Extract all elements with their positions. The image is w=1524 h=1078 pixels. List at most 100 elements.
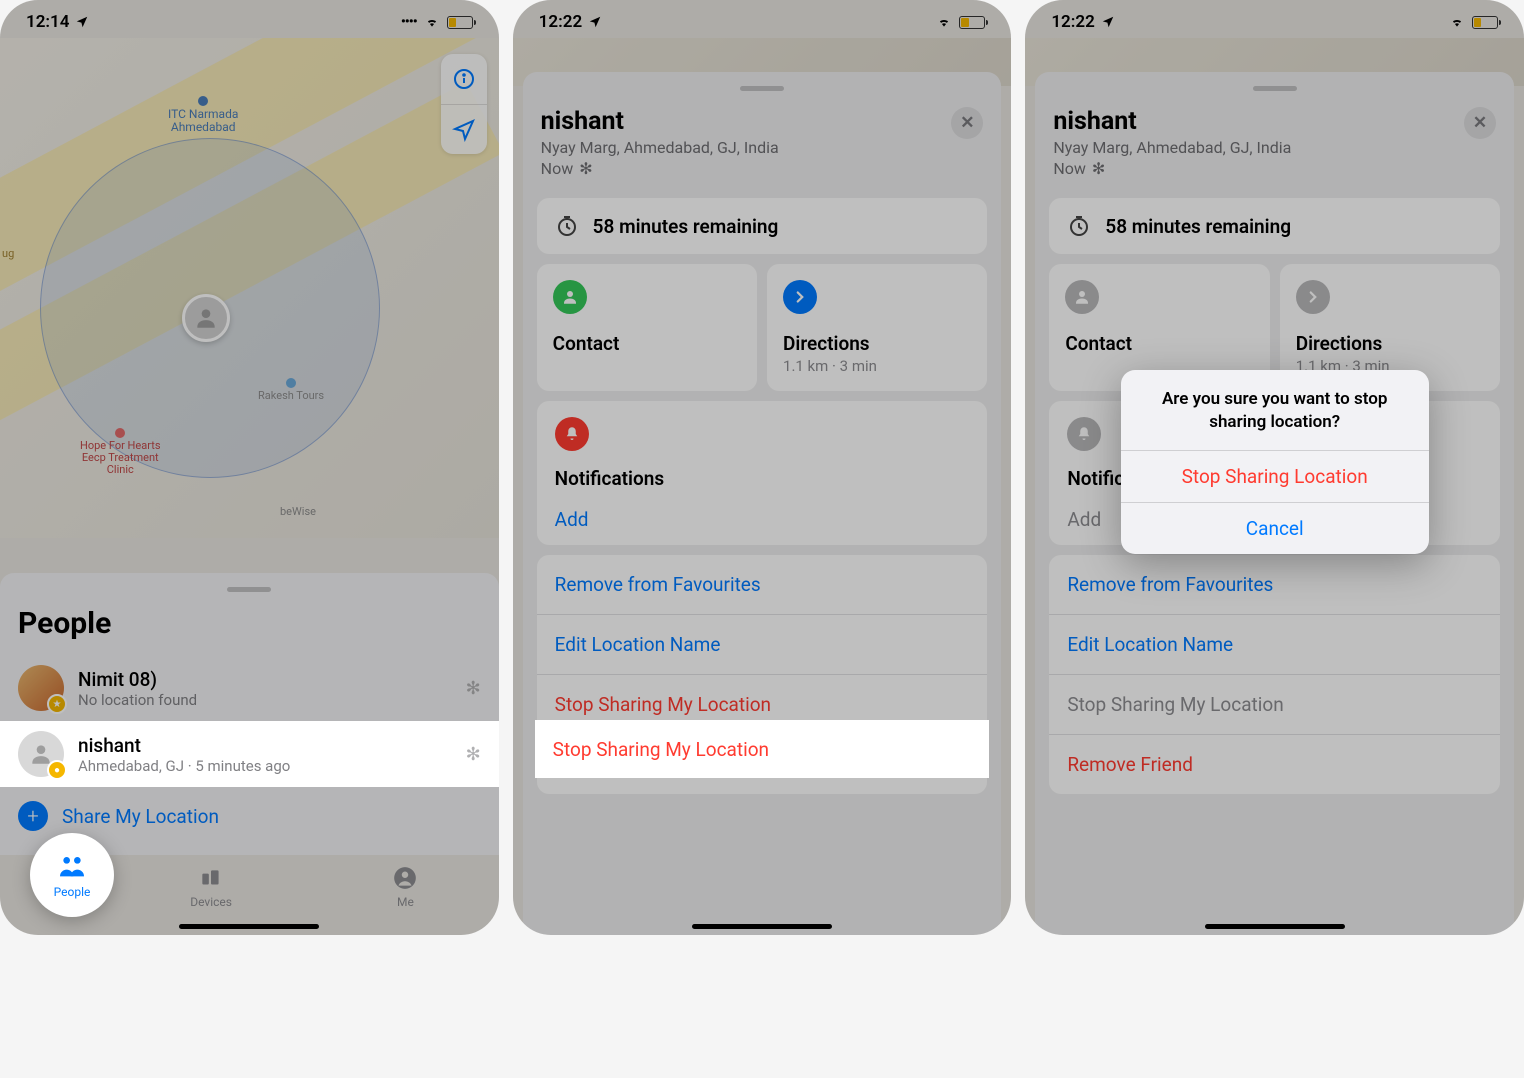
map-controls — [441, 54, 487, 154]
directions-card[interactable]: Directions 1.1 km · 3 min — [767, 264, 987, 391]
avatar-badge-icon: ● — [47, 760, 67, 780]
person-timestamp: Now✻ — [1053, 159, 1291, 178]
map-view[interactable]: ITC NarmadaAhmedabad Rakesh Tours Hope F… — [0, 38, 499, 538]
contact-icon — [553, 280, 587, 314]
wifi-icon — [423, 15, 441, 29]
notifications-label: Notifications — [555, 467, 970, 490]
map-poi-label: Hope For HeartsEecp TreatmentClinic — [80, 428, 161, 476]
map-poi-label: ug — [2, 248, 14, 260]
actions-list: Remove from Favourites Edit Location Nam… — [537, 555, 988, 794]
loading-spinner-icon: ✻ — [579, 159, 592, 178]
devices-icon — [198, 865, 224, 891]
wifi-icon — [935, 15, 953, 29]
loading-spinner-icon: ✻ — [1092, 159, 1105, 178]
info-button[interactable] — [441, 54, 487, 104]
loading-spinner-icon: ✻ — [466, 678, 481, 699]
home-indicator[interactable] — [692, 924, 832, 929]
timer-icon — [555, 214, 579, 238]
people-sheet[interactable]: People ★ Nimit 08) No location found ✻ ●… — [0, 573, 499, 855]
map-poi-label: Rakesh Tours — [258, 378, 324, 402]
notifications-card: Notifications Add — [537, 401, 988, 545]
time-remaining-card: 58 minutes remaining — [1049, 198, 1500, 254]
person-name: nishant — [78, 734, 452, 757]
avatar: ● — [18, 731, 64, 777]
battery-icon — [959, 16, 985, 29]
stop-sharing-button[interactable]: Stop Sharing My Location — [1049, 675, 1500, 735]
contact-card[interactable]: Contact — [537, 264, 757, 391]
stop-sharing-button[interactable]: Stop Sharing My Location — [537, 675, 988, 735]
map-poi-label: beWise — [280, 506, 316, 518]
remove-friend-button[interactable]: Remove Friend — [537, 735, 988, 794]
avatar-badge-icon: ★ — [47, 694, 67, 714]
time-remaining-text: 58 minutes remaining — [593, 215, 779, 238]
contact-icon — [1065, 280, 1099, 314]
directions-icon — [783, 280, 817, 314]
sheet-title: People — [0, 602, 499, 655]
location-services-icon — [588, 15, 602, 29]
user-location-avatar[interactable] — [182, 294, 230, 342]
remove-from-favourites-button[interactable]: Remove from Favourites — [1049, 555, 1500, 615]
add-notification-button[interactable]: Add — [555, 508, 970, 531]
phone-2-person-detail: 12:22 nishant Nyay Marg, Ahmedabad, GJ, … — [513, 0, 1012, 935]
remove-friend-button[interactable]: Remove Friend — [1049, 735, 1500, 794]
location-services-icon — [1101, 15, 1115, 29]
status-bar: 12:22 — [513, 0, 1012, 38]
tab-people-active[interactable]: People — [30, 833, 114, 917]
edit-location-name-button[interactable]: Edit Location Name — [537, 615, 988, 675]
status-bar: 12:14 •••• — [0, 0, 499, 38]
directions-distance: 1.1 km · 3 min — [783, 357, 971, 375]
person-status: No location found — [78, 691, 452, 709]
person-name: nishant — [1053, 107, 1291, 136]
person-timestamp: Now✻ — [541, 159, 779, 178]
tab-devices[interactable]: Devices — [190, 865, 232, 909]
people-icon — [56, 851, 88, 883]
sheet-grabber[interactable] — [740, 86, 784, 91]
confirm-action-sheet: Are you sure you want to stop sharing lo… — [1121, 370, 1429, 554]
cancel-button[interactable]: Cancel — [1121, 502, 1429, 554]
close-button[interactable]: ✕ — [951, 107, 983, 139]
person-status: Ahmedabad, GJ · 5 minutes ago — [78, 757, 452, 775]
phone-3-confirm-dialog: 12:22 nishant Nyay Marg, Ahmedabad, GJ, … — [1025, 0, 1524, 935]
person-name: Nimit 08) — [78, 668, 452, 691]
locate-me-button[interactable] — [441, 104, 487, 154]
close-button[interactable]: ✕ — [1464, 107, 1496, 139]
actions-list: Remove from Favourites Edit Location Nam… — [1049, 555, 1500, 794]
tab-label: Me — [397, 895, 414, 909]
status-time: 12:22 — [539, 12, 582, 32]
remove-from-favourites-button[interactable]: Remove from Favourites — [537, 555, 988, 615]
person-row-selected[interactable]: ● nishant Ahmedabad, GJ · 5 minutes ago … — [0, 721, 499, 787]
action-sheet-title: Are you sure you want to stop sharing lo… — [1121, 370, 1429, 450]
person-row[interactable]: ★ Nimit 08) No location found ✻ — [0, 655, 499, 721]
me-icon — [392, 865, 418, 891]
status-time: 12:14 — [26, 12, 69, 32]
loading-spinner-icon: ✻ — [466, 744, 481, 765]
tab-me[interactable]: Me — [392, 865, 418, 909]
phone-1-find-my-people: 12:14 •••• ITC NarmadaAhmedabad Rakesh T… — [0, 0, 499, 935]
person-address: Nyay Marg, Ahmedabad, GJ, India — [1053, 138, 1291, 157]
tab-label: Devices — [190, 895, 232, 909]
status-time: 12:22 — [1051, 12, 1094, 32]
sheet-grabber[interactable] — [1253, 86, 1297, 91]
plus-icon: + — [18, 801, 48, 831]
share-label: Share My Location — [62, 805, 219, 828]
stop-sharing-location-button[interactable]: Stop Sharing Location — [1121, 450, 1429, 502]
cellular-icon: •••• — [401, 14, 417, 30]
home-indicator[interactable] — [1205, 924, 1345, 929]
timer-icon — [1067, 214, 1091, 238]
bell-icon — [555, 417, 589, 451]
map-poi-label: ITC NarmadaAhmedabad — [168, 96, 238, 134]
avatar: ★ — [18, 665, 64, 711]
directions-label: Directions — [1296, 332, 1484, 355]
home-indicator[interactable] — [179, 924, 319, 929]
status-bar: 12:22 — [1025, 0, 1524, 38]
wifi-icon — [1448, 15, 1466, 29]
person-detail-sheet[interactable]: nishant Nyay Marg, Ahmedabad, GJ, India … — [523, 72, 1002, 935]
tab-label: People — [54, 885, 91, 899]
bell-icon — [1067, 417, 1101, 451]
time-remaining-card: 58 minutes remaining — [537, 198, 988, 254]
sheet-grabber[interactable] — [227, 587, 271, 592]
edit-location-name-button[interactable]: Edit Location Name — [1049, 615, 1500, 675]
contact-label: Contact — [553, 332, 741, 355]
battery-icon — [447, 16, 473, 29]
time-remaining-text: 58 minutes remaining — [1105, 215, 1291, 238]
